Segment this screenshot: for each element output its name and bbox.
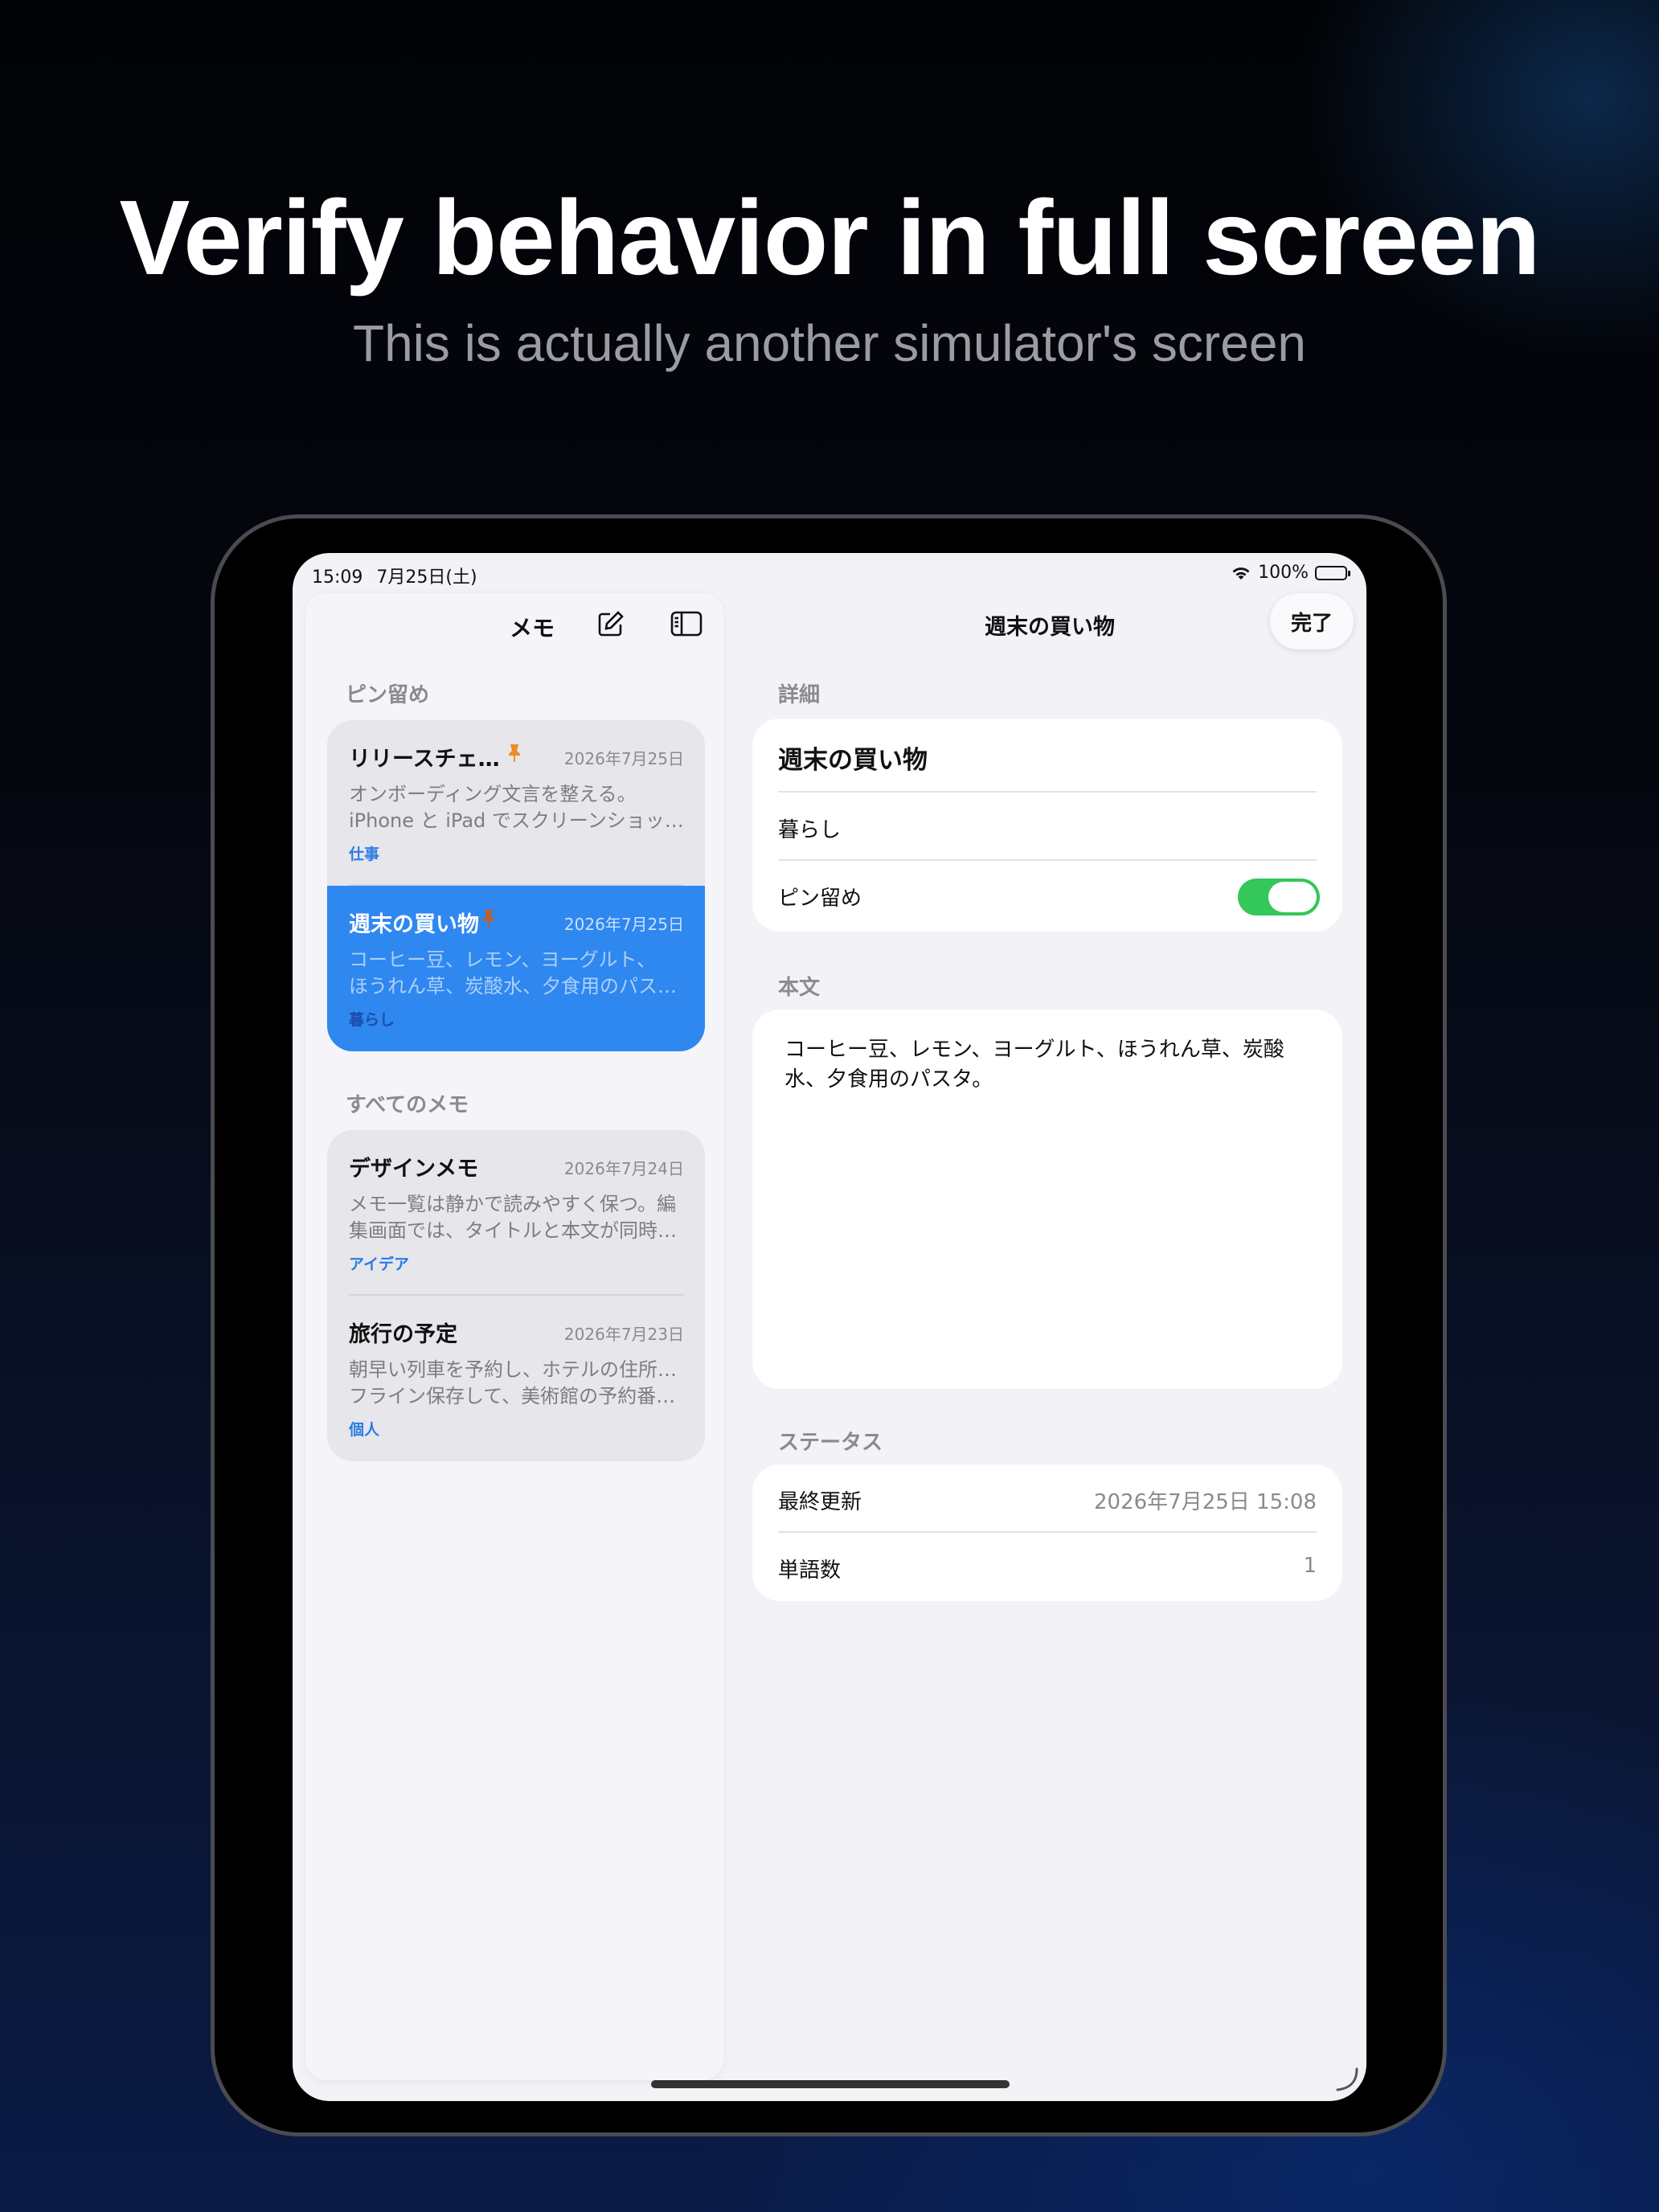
status-panel: 最終更新 2026年7月25日 15:08 単語数 1 (752, 1464, 1342, 1601)
body-section-label: 本文 (778, 976, 821, 1000)
sidebar: メモ ピン留め リリースチェ… 2026年7月25日 オンボーディング文言を整え… (305, 593, 723, 2080)
details-section-label: 詳細 (778, 683, 821, 707)
promo-headline: Verify behavior in full screen (119, 178, 1540, 297)
status-section-label: ステータス (778, 1431, 883, 1455)
done-button[interactable]: 完了 (1270, 593, 1354, 649)
note-preview: コーヒー豆、レモン、ヨーグルト、 ほうれん草、炭酸水、夕食用のパスタ。 (349, 948, 686, 997)
body-editor[interactable]: コーヒー豆、レモン、ヨーグルト、ほうれん草、炭酸 水、夕食用のパスタ。 (752, 1010, 1342, 1389)
word-count-label: 単語数 (778, 1559, 842, 1583)
list-item[interactable]: リリースチェ… 2026年7月25日 オンボーディング文言を整える。 iPhon… (327, 720, 705, 886)
note-tag: 暮らし (349, 1011, 395, 1029)
last-updated-label: 最終更新 (778, 1490, 862, 1514)
pinned-section-label: ピン留め (346, 683, 430, 707)
pin-icon (509, 744, 520, 762)
note-title: リリースチェ… (349, 747, 500, 772)
note-date: 2026年7月25日 (563, 915, 684, 934)
word-count-value: 1 (1303, 1554, 1317, 1578)
note-tag: アイデア (349, 1256, 410, 1273)
note-title: 週末の買い物 (349, 912, 479, 937)
note-title-value: 週末の買い物 (778, 746, 928, 775)
body-text: コーヒー豆、レモン、ヨーグルト、ほうれん草、炭酸 水、夕食用のパスタ。 (784, 1038, 1284, 1092)
title-field[interactable]: 週末の買い物 (752, 719, 1342, 793)
note-date: 2026年7月25日 (563, 749, 684, 768)
note-tag: 個人 (349, 1421, 380, 1439)
note-date: 2026年7月23日 (563, 1325, 684, 1344)
note-preview: メモ一覧は静かで読みやすく保つ。編 集画面では、タイトルと本文が同時に… (349, 1193, 686, 1242)
details-panel: 週末の買い物 暮らし ピン留め (752, 719, 1342, 932)
battery-percent: 100% (1258, 563, 1309, 583)
note-title: デザインメモ (349, 1157, 479, 1182)
word-count-row: 単語数 1 (752, 1533, 1342, 1601)
resize-corner-icon[interactable] (1329, 2062, 1362, 2095)
list-item[interactable]: 旅行の予定 2026年7月23日 朝早い列車を予約し、ホテルの住所をオ フライン… (327, 1296, 705, 1461)
last-updated-value: 2026年7月25日 15:08 (1094, 1490, 1317, 1514)
status-time: 15:09 (312, 567, 363, 588)
note-preview: 朝早い列車を予約し、ホテルの住所をオ フライン保存して、美術館の予約番号… (349, 1358, 686, 1407)
last-updated-row: 最終更新 2026年7月25日 15:08 (752, 1464, 1342, 1533)
detail-nav-title: 週末の買い物 (985, 615, 1115, 640)
note-date: 2026年7月24日 (563, 1159, 684, 1178)
note-tag: 仕事 (349, 846, 380, 863)
status-date: 7月25日(土) (376, 567, 477, 588)
all-notes-group: デザインメモ 2026年7月24日 メモ一覧は静かで読みやすく保つ。編 集画面で… (327, 1130, 705, 1461)
note-preview: オンボーディング文言を整える。 iPhone と iPad でスクリーンショッ… (349, 783, 684, 832)
promo-subhead: This is actually another simulator's scr… (352, 314, 1307, 372)
all-notes-section-label: すべてのメモ (346, 1093, 469, 1117)
home-indicator[interactable] (651, 2080, 1010, 2088)
pin-toggle[interactable] (1238, 879, 1320, 916)
list-item-selected[interactable]: 週末の買い物 2026年7月25日 コーヒー豆、レモン、ヨーグルト、 ほうれん草… (327, 886, 705, 1051)
category-value: 暮らし (778, 818, 842, 842)
pin-row: ピン留め (752, 861, 1342, 932)
ipad-screen: 15:09 7月25日(土) 100% メモ ピン留め リリースチェ… 2026… (293, 553, 1366, 2101)
list-item[interactable]: デザインメモ 2026年7月24日 メモ一覧は静かで読みやすく保つ。編 集画面で… (327, 1130, 705, 1296)
category-field[interactable]: 暮らし (752, 793, 1342, 861)
pin-label: ピン留め (778, 887, 862, 911)
status-bar: 15:09 7月25日(土) 100% (293, 553, 1366, 593)
note-title: 旅行の予定 (349, 1322, 457, 1347)
pin-icon (483, 910, 494, 928)
battery-icon (1315, 565, 1350, 580)
pinned-notes-group: リリースチェ… 2026年7月25日 オンボーディング文言を整える。 iPhon… (327, 720, 705, 1051)
wifi-icon (1232, 567, 1250, 580)
